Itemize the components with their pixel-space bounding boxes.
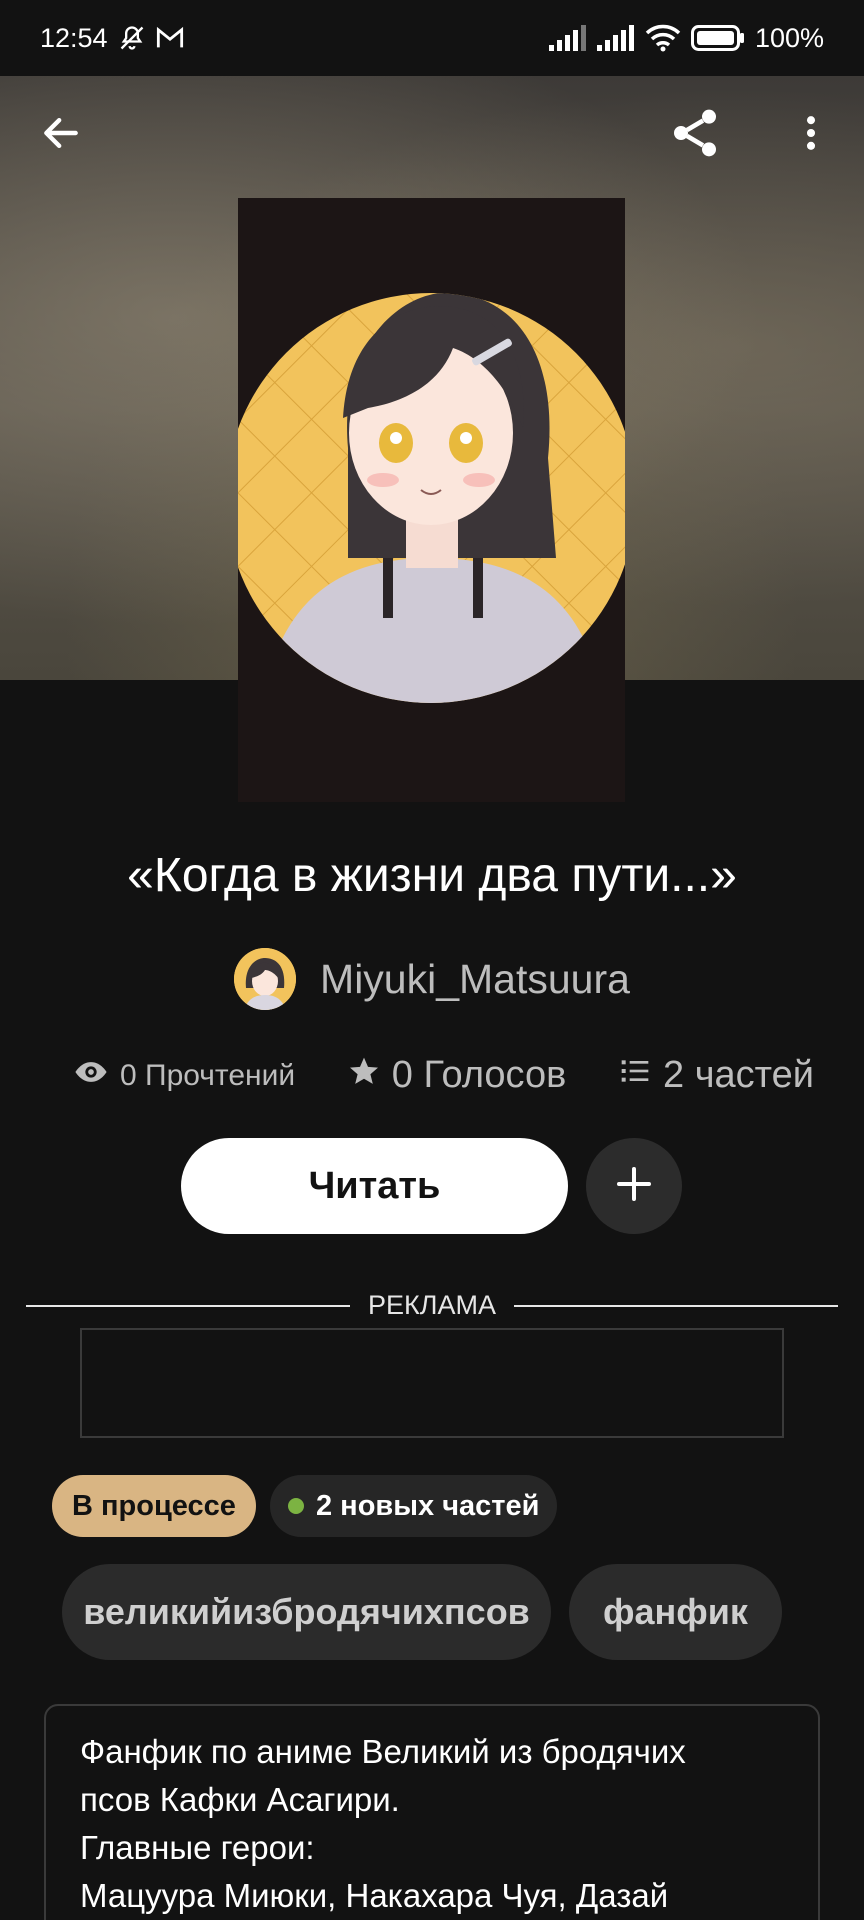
reads-count: 0 Прочтений: [120, 1058, 296, 1092]
more-vertical-icon: [789, 111, 833, 160]
story-cover: [238, 198, 625, 802]
ad-banner[interactable]: [80, 1328, 784, 1438]
tag-chip[interactable]: фанфик: [569, 1564, 782, 1660]
status-bar: 12:54 100%: [0, 0, 864, 76]
gmail-icon: [156, 26, 184, 50]
list-icon: [619, 1054, 651, 1097]
signal-icon: [548, 25, 587, 51]
status-badge: В процессе: [52, 1475, 256, 1537]
tag-chip[interactable]: великийизбродячихпсов: [62, 1564, 551, 1660]
back-button[interactable]: [26, 100, 96, 170]
more-options-button[interactable]: [776, 100, 846, 170]
description-line: псов Кафки Асагири.: [80, 1781, 400, 1818]
story-stats: 0 Прочтений 0 Голосов 2 частей: [74, 1054, 814, 1097]
story-page: 12:54 100% «Когда в жизни два пути...» M…: [0, 0, 864, 1920]
parts-stat: 2 частей: [619, 1054, 814, 1097]
author-name[interactable]: Miyuki_Matsuura: [320, 956, 630, 1003]
new-parts-badge: 2 новых частей: [270, 1475, 558, 1537]
eye-icon: [74, 1055, 108, 1097]
add-to-library-button[interactable]: [586, 1138, 682, 1234]
status-time: 12:54: [40, 22, 108, 53]
ad-label: РЕКЛАМА: [368, 1290, 496, 1320]
battery-level: 100%: [754, 22, 824, 53]
new-parts-label: 2 новых частей: [316, 1489, 540, 1522]
share-button[interactable]: [660, 100, 730, 170]
star-icon: [348, 1054, 380, 1097]
story-title: «Когда в жизни два пути...»: [127, 849, 737, 902]
votes-count: 0 Голосов: [391, 1054, 567, 1096]
ad-divider: РЕКЛАМА: [26, 1290, 839, 1321]
share-icon: [667, 105, 723, 166]
signal-icon: [596, 25, 635, 51]
votes-stat: 0 Голосов: [348, 1054, 567, 1097]
description-line: Главные герои:: [80, 1829, 315, 1866]
new-indicator-dot: [288, 1498, 304, 1514]
story-description[interactable]: Фанфик по аниме Великий из бродячих псов…: [44, 1704, 820, 1920]
reads-stat: 0 Прочтений: [74, 1055, 295, 1097]
plus-icon: [614, 1164, 654, 1209]
divider-line: [26, 1304, 351, 1307]
description-line: Фанфик по аниме Великий из бродячих: [80, 1733, 686, 1770]
avatar[interactable]: [234, 948, 297, 1010]
wifi-icon: [645, 24, 681, 52]
battery-icon: [690, 25, 745, 51]
parts-count: 2 частей: [663, 1054, 814, 1096]
author-link[interactable]: Miyuki_Matsuura: [0, 948, 864, 1010]
back-arrow-icon: [39, 111, 83, 160]
bell-off-icon: [118, 24, 146, 52]
description-line: Мацуура Миюки, Накахара Чуя, Дазай: [80, 1877, 669, 1914]
divider-line: [514, 1304, 839, 1307]
read-button[interactable]: Читать: [181, 1138, 568, 1234]
